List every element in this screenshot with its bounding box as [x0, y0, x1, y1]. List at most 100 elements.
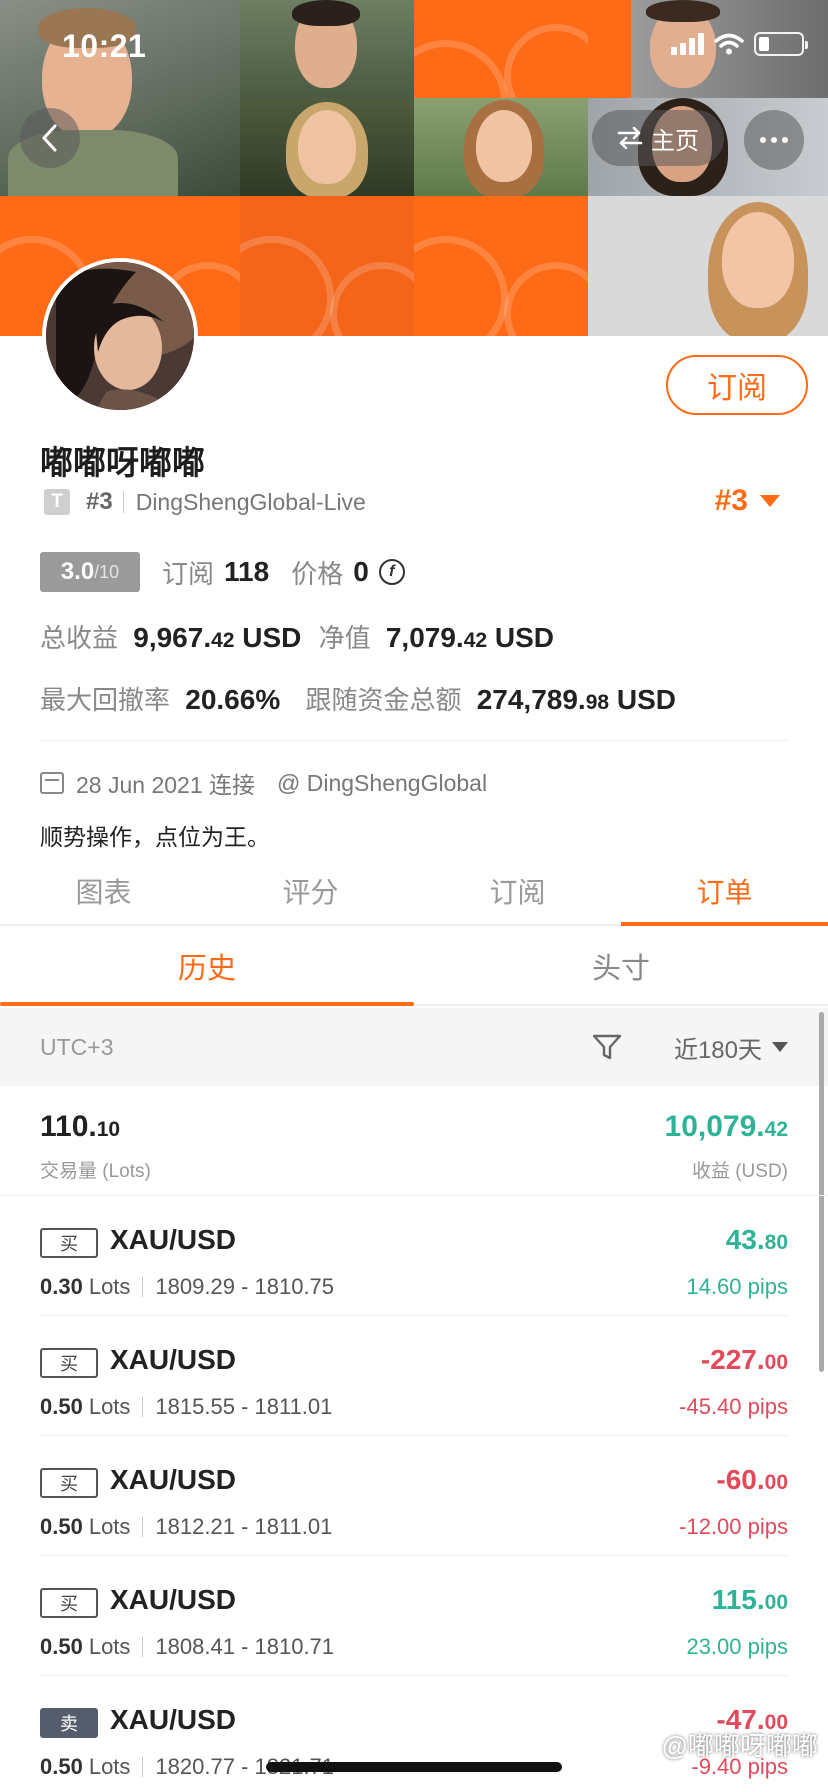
side-badge: 卖	[40, 1708, 98, 1738]
more-button[interactable]	[744, 110, 804, 170]
symbol: XAU/USD	[110, 1464, 237, 1495]
total-pnl-label: 收益 (USD)	[691, 1161, 788, 1182]
order-profit: -227.00	[700, 1344, 788, 1375]
side-badge: 买	[40, 1588, 98, 1618]
tab-subscribe[interactable]: 订阅	[414, 858, 621, 924]
order-profit: 43.80	[725, 1224, 788, 1255]
rank-number: #3	[86, 488, 113, 515]
order-detail: 0.50 Lots 1815.55 - 1811.01	[40, 1394, 333, 1419]
home-indicator[interactable]	[266, 1762, 562, 1772]
weibo-icon	[628, 1734, 656, 1756]
cover-photo	[240, 98, 414, 196]
avatar	[42, 258, 198, 414]
account-type-icon: T	[44, 489, 70, 515]
order-row[interactable]: 买 XAU/USD 0.30 Lots 1809.29 - 1810.75 43.8…	[40, 1196, 788, 1316]
cover-photo	[240, 0, 414, 98]
rank-badge: #3	[714, 484, 748, 517]
price-label: 价格	[291, 558, 344, 589]
timezone-label: UTC+3	[40, 1033, 114, 1060]
order-pips: 23.00 pips	[686, 1634, 788, 1659]
meta-row: 28 Jun 2021 连接 @ DingShengGlobal	[40, 766, 487, 800]
rank-row: T #3 DingShengGlobal-Live	[44, 488, 366, 516]
connected-date: 28 Jun 2021 连接	[76, 772, 256, 798]
order-row[interactable]: 买 XAU/USD 0.50 Lots 1812.21 - 1811.01 -60.…	[40, 1436, 788, 1556]
order-pips: -45.40 pips	[679, 1394, 788, 1419]
side-badge: 买	[40, 1348, 98, 1378]
total-pnl-value: 10,079.42	[664, 1110, 788, 1143]
order-detail: 0.50 Lots 1812.21 - 1811.01	[40, 1514, 333, 1539]
follow-funds-value: 274,789.98 USD	[476, 684, 676, 715]
drawdown-row: 最大回撤率 20.66% 跟随资金总额 274,789.98 USD	[40, 680, 676, 717]
subscribe-count: 118	[224, 556, 270, 587]
symbol: XAU/USD	[110, 1584, 237, 1615]
orders-summary: 110.10 交易量 (Lots) 10,079.42 收益 (USD)	[0, 1086, 828, 1196]
filter-bar: UTC+3 近180天	[0, 1008, 828, 1086]
coin-icon: f	[378, 559, 405, 585]
subscribe-button[interactable]: 订阅	[666, 355, 808, 415]
watermark: @嘟嘟呀嘟嘟	[628, 1726, 818, 1763]
order-detail: 0.50 Lots 1808.41 - 1810.71	[40, 1634, 335, 1659]
order-profit: -60.00	[716, 1464, 788, 1495]
max-drawdown-label: 最大回撤率	[40, 685, 171, 715]
equity-value: 7,079.42 USD	[385, 622, 554, 653]
filter-icon[interactable]	[592, 1033, 622, 1061]
server-name: DingShengGlobal-Live	[135, 488, 366, 515]
caret-down-icon	[772, 1042, 788, 1052]
broker-handle[interactable]: @ DingShengGlobal	[277, 770, 487, 797]
side-badge: 买	[40, 1468, 98, 1498]
bio: 顺势操作，点位为王。	[40, 824, 270, 850]
home-button[interactable]: 主页	[592, 110, 724, 166]
total-profit-value: 9,967.42 USD	[133, 622, 302, 653]
date-range-select[interactable]: 近180天	[674, 1030, 788, 1065]
equity-label: 净值	[318, 623, 371, 653]
rank-dropdown[interactable]: #3	[715, 484, 780, 518]
tab-positions[interactable]: 头寸	[414, 928, 828, 1004]
swap-icon	[617, 127, 643, 149]
symbol: XAU/USD	[110, 1344, 237, 1375]
max-drawdown-value: 20.66%	[185, 684, 281, 715]
status-indicators	[671, 32, 808, 56]
order-row[interactable]: 买 XAU/USD 0.50 Lots 1808.41 - 1810.71 115.…	[40, 1556, 788, 1676]
total-lots-label: 交易量 (Lots)	[40, 1161, 151, 1182]
order-row[interactable]: 买 XAU/USD 0.50 Lots 1815.55 - 1811.01 -227…	[40, 1316, 788, 1436]
cover-pattern	[414, 0, 588, 98]
tab-orders[interactable]: 订单	[621, 858, 828, 926]
trader-name: 嘟嘟呀嘟嘟	[40, 444, 205, 481]
chevron-left-icon	[42, 124, 57, 152]
divider	[40, 740, 788, 741]
cover-photo	[414, 98, 588, 196]
signal-icon	[671, 33, 704, 55]
profit-row: 总收益 9,967.42 USD 净值 7,079.42 USD	[40, 618, 554, 655]
price-value: 0	[353, 556, 369, 587]
order-profit: 115.00	[711, 1584, 788, 1615]
symbol: XAU/USD	[110, 1704, 237, 1735]
cover-pattern	[240, 196, 414, 336]
total-lots-value: 110.10	[40, 1110, 121, 1143]
order-pips: 14.60 pips	[686, 1274, 788, 1299]
rating-row: 3.0/10 订阅 118 价格 0 f	[40, 552, 405, 592]
date-range-value: 近180天	[673, 1036, 762, 1064]
cover-photo	[588, 196, 828, 336]
tab-rating[interactable]: 评分	[207, 858, 414, 924]
side-badge: 买	[40, 1228, 98, 1258]
calendar-icon	[40, 772, 64, 794]
tab-chart[interactable]: 图表	[0, 858, 207, 924]
order-sub-tabs: 历史 头寸	[0, 928, 828, 1006]
cover-pattern	[414, 196, 588, 336]
follow-funds-label: 跟随资金总额	[305, 685, 462, 715]
main-tabs: 图表 评分 订阅 订单	[0, 858, 828, 926]
wifi-icon	[714, 33, 744, 55]
order-pips: -12.00 pips	[679, 1514, 788, 1539]
status-time: 10:21	[62, 28, 147, 64]
battery-icon	[754, 32, 808, 56]
score-badge: 3.0/10	[40, 552, 140, 592]
order-detail: 0.30 Lots 1809.29 - 1810.75	[40, 1274, 335, 1299]
order-list: 买 XAU/USD 0.30 Lots 1809.29 - 1810.75 43.8…	[0, 1196, 828, 1792]
total-profit-label: 总收益	[40, 623, 119, 653]
home-label: 主页	[651, 127, 699, 155]
tab-history[interactable]: 历史	[0, 928, 414, 1006]
back-button[interactable]	[20, 108, 80, 168]
subscribe-count-label: 订阅	[162, 558, 215, 589]
symbol: XAU/USD	[110, 1224, 237, 1255]
caret-down-icon	[760, 495, 780, 507]
